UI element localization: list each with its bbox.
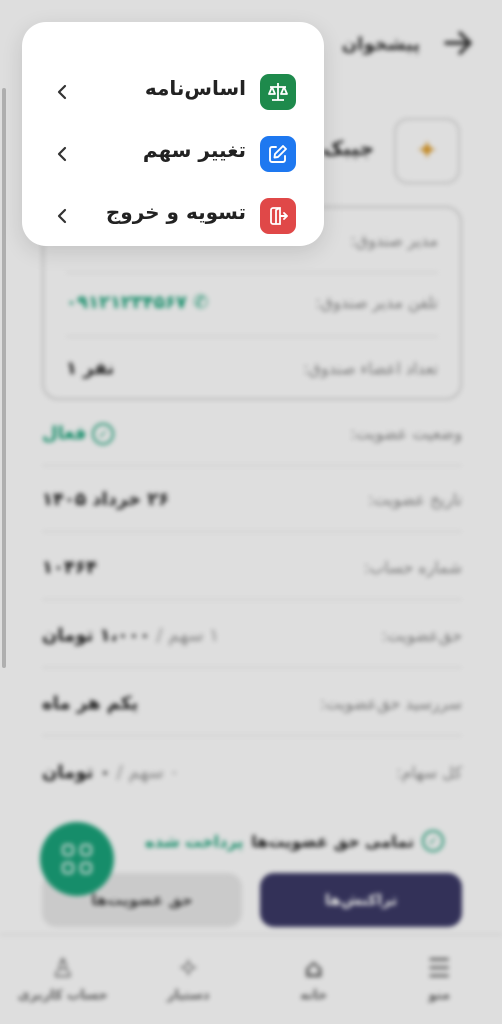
edit-icon (260, 136, 296, 172)
popup-menu: اساس‌نامه تغییر سهم تسویه و خروج (22, 22, 324, 246)
menu-item-settle-exit[interactable]: تسویه و خروج (52, 196, 296, 236)
menu-item-label: اساس‌نامه (144, 76, 246, 100)
chevron-left-icon (57, 146, 67, 162)
exit-icon (260, 198, 296, 234)
menu-item-charter[interactable]: اساس‌نامه (52, 72, 296, 112)
scrollbar[interactable] (2, 88, 6, 668)
chevron-left-icon (57, 208, 67, 224)
menu-item-change-shares[interactable]: تغییر سهم (52, 134, 296, 174)
chevron-left-icon (57, 84, 67, 100)
menu-item-label: تغییر سهم (142, 138, 246, 162)
scales-icon (260, 74, 296, 110)
menu-item-label: تسویه و خروج (105, 200, 246, 224)
